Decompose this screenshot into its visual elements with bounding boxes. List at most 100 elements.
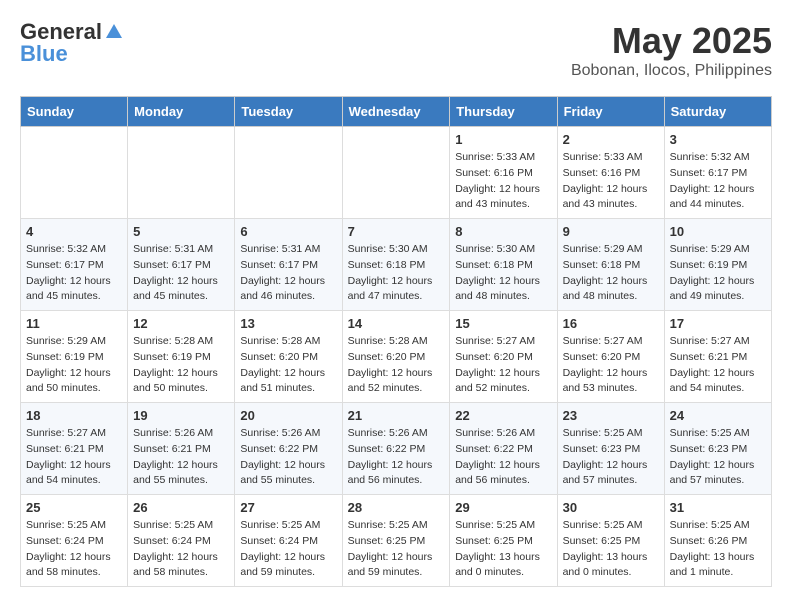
- day-detail: Sunrise: 5:29 AM Sunset: 6:18 PM Dayligh…: [563, 242, 659, 305]
- day-detail: Sunrise: 5:29 AM Sunset: 6:19 PM Dayligh…: [670, 242, 766, 305]
- calendar-cell: 20Sunrise: 5:26 AM Sunset: 6:22 PM Dayli…: [235, 403, 342, 495]
- calendar-cell: [21, 127, 128, 219]
- day-number: 11: [26, 316, 122, 331]
- week-row-3: 11 Sunrise: 5:29 AM Sunset: 6:19 PM Dayli…: [21, 311, 772, 403]
- day-detail: Sunrise: 5:25 AM Sunset: 6:24 PM Dayligh…: [240, 518, 336, 581]
- location: Bobonan, Ilocos, Philippines: [571, 62, 772, 80]
- day-number: 12: [133, 316, 229, 331]
- day-detail: Sunrise: 5:28 AM Sunset: 6:20 PM Dayligh…: [240, 334, 336, 397]
- day-number: 30: [563, 500, 659, 515]
- logo-blue: Blue: [20, 42, 124, 66]
- calendar-cell: [128, 127, 235, 219]
- calendar-cell: 6 Sunrise: 5:31 AM Sunset: 6:17 PM Daylig…: [235, 219, 342, 311]
- day-number: 24: [670, 408, 766, 423]
- calendar-cell: 3 Sunrise: 5:32 AM Sunset: 6:17 PM Daylig…: [664, 127, 771, 219]
- calendar-cell: 17Sunrise: 5:27 AM Sunset: 6:21 PM Dayli…: [664, 311, 771, 403]
- day-number: 16: [563, 316, 659, 331]
- page-header: General Blue May 2025 Bobonan, Ilocos, P…: [20, 20, 772, 80]
- day-detail: Sunrise: 5:33 AM Sunset: 6:16 PM Dayligh…: [455, 150, 551, 213]
- day-number: 3: [670, 132, 766, 147]
- day-detail: Sunrise: 5:26 AM Sunset: 6:21 PM Dayligh…: [133, 426, 229, 489]
- day-detail: Sunrise: 5:31 AM Sunset: 6:17 PM Dayligh…: [240, 242, 336, 305]
- calendar-header-row: SundayMondayTuesdayWednesdayThursdayFrid…: [21, 97, 772, 127]
- calendar-body: 1 Sunrise: 5:33 AM Sunset: 6:16 PM Daylig…: [21, 127, 772, 587]
- header-friday: Friday: [557, 97, 664, 127]
- calendar-cell: 31 Sunrise: 5:25 AM Sunset: 6:26 PM Dayli…: [664, 495, 771, 587]
- day-detail: Sunrise: 5:31 AM Sunset: 6:17 PM Dayligh…: [133, 242, 229, 305]
- logo-icon: [104, 22, 124, 42]
- calendar-cell: 26Sunrise: 5:25 AM Sunset: 6:24 PM Dayli…: [128, 495, 235, 587]
- day-number: 8: [455, 224, 551, 239]
- calendar-cell: 8 Sunrise: 5:30 AM Sunset: 6:18 PM Daylig…: [450, 219, 557, 311]
- calendar-cell: 2 Sunrise: 5:33 AM Sunset: 6:16 PM Daylig…: [557, 127, 664, 219]
- day-detail: Sunrise: 5:28 AM Sunset: 6:19 PM Dayligh…: [133, 334, 229, 397]
- day-detail: Sunrise: 5:25 AM Sunset: 6:23 PM Dayligh…: [563, 426, 659, 489]
- day-number: 21: [348, 408, 445, 423]
- calendar-cell: 15 Sunrise: 5:27 AM Sunset: 6:20 PM Dayli…: [450, 311, 557, 403]
- day-detail: Sunrise: 5:27 AM Sunset: 6:20 PM Dayligh…: [455, 334, 551, 397]
- day-detail: Sunrise: 5:25 AM Sunset: 6:23 PM Dayligh…: [670, 426, 766, 489]
- day-detail: Sunrise: 5:27 AM Sunset: 6:20 PM Dayligh…: [563, 334, 659, 397]
- day-detail: Sunrise: 5:30 AM Sunset: 6:18 PM Dayligh…: [348, 242, 445, 305]
- month-title: May 2025: [571, 20, 772, 62]
- calendar-cell: [235, 127, 342, 219]
- calendar-table: SundayMondayTuesdayWednesdayThursdayFrid…: [20, 96, 772, 587]
- day-detail: Sunrise: 5:32 AM Sunset: 6:17 PM Dayligh…: [670, 150, 766, 213]
- calendar-cell: 19 Sunrise: 5:26 AM Sunset: 6:21 PM Dayli…: [128, 403, 235, 495]
- day-detail: Sunrise: 5:33 AM Sunset: 6:16 PM Dayligh…: [563, 150, 659, 213]
- title-block: May 2025 Bobonan, Ilocos, Philippines: [571, 20, 772, 80]
- calendar-cell: 24 Sunrise: 5:25 AM Sunset: 6:23 PM Dayli…: [664, 403, 771, 495]
- calendar-cell: 29Sunrise: 5:25 AM Sunset: 6:25 PM Dayli…: [450, 495, 557, 587]
- day-detail: Sunrise: 5:25 AM Sunset: 6:24 PM Dayligh…: [26, 518, 122, 581]
- calendar-cell: 14 Sunrise: 5:28 AM Sunset: 6:20 PM Dayli…: [342, 311, 450, 403]
- day-detail: Sunrise: 5:25 AM Sunset: 6:25 PM Dayligh…: [563, 518, 659, 581]
- logo: General Blue: [20, 20, 124, 66]
- calendar-cell: 9 Sunrise: 5:29 AM Sunset: 6:18 PM Daylig…: [557, 219, 664, 311]
- header-thursday: Thursday: [450, 97, 557, 127]
- calendar-cell: 18 Sunrise: 5:27 AM Sunset: 6:21 PM Dayli…: [21, 403, 128, 495]
- day-number: 10: [670, 224, 766, 239]
- header-tuesday: Tuesday: [235, 97, 342, 127]
- calendar-cell: 12 Sunrise: 5:28 AM Sunset: 6:19 PM Dayli…: [128, 311, 235, 403]
- day-number: 25: [26, 500, 122, 515]
- day-number: 18: [26, 408, 122, 423]
- day-number: 6: [240, 224, 336, 239]
- calendar-cell: 13Sunrise: 5:28 AM Sunset: 6:20 PM Dayli…: [235, 311, 342, 403]
- week-row-5: 25 Sunrise: 5:25 AM Sunset: 6:24 PM Dayli…: [21, 495, 772, 587]
- calendar-cell: 4Sunrise: 5:32 AM Sunset: 6:17 PM Daylig…: [21, 219, 128, 311]
- calendar-cell: 27 Sunrise: 5:25 AM Sunset: 6:24 PM Dayli…: [235, 495, 342, 587]
- day-detail: Sunrise: 5:29 AM Sunset: 6:19 PM Dayligh…: [26, 334, 122, 397]
- day-number: 17: [670, 316, 766, 331]
- day-number: 15: [455, 316, 551, 331]
- day-number: 31: [670, 500, 766, 515]
- calendar-cell: 5Sunrise: 5:31 AM Sunset: 6:17 PM Daylig…: [128, 219, 235, 311]
- day-number: 28: [348, 500, 445, 515]
- day-number: 1: [455, 132, 551, 147]
- day-number: 26: [133, 500, 229, 515]
- day-number: 29: [455, 500, 551, 515]
- calendar-cell: 7 Sunrise: 5:30 AM Sunset: 6:18 PM Daylig…: [342, 219, 450, 311]
- day-number: 23: [563, 408, 659, 423]
- calendar-cell: 23 Sunrise: 5:25 AM Sunset: 6:23 PM Dayli…: [557, 403, 664, 495]
- day-number: 27: [240, 500, 336, 515]
- day-number: 19: [133, 408, 229, 423]
- day-detail: Sunrise: 5:28 AM Sunset: 6:20 PM Dayligh…: [348, 334, 445, 397]
- calendar-cell: 1 Sunrise: 5:33 AM Sunset: 6:16 PM Daylig…: [450, 127, 557, 219]
- calendar-cell: 10 Sunrise: 5:29 AM Sunset: 6:19 PM Dayli…: [664, 219, 771, 311]
- header-wednesday: Wednesday: [342, 97, 450, 127]
- day-detail: Sunrise: 5:26 AM Sunset: 6:22 PM Dayligh…: [455, 426, 551, 489]
- day-number: 14: [348, 316, 445, 331]
- day-detail: Sunrise: 5:27 AM Sunset: 6:21 PM Dayligh…: [26, 426, 122, 489]
- day-detail: Sunrise: 5:25 AM Sunset: 6:26 PM Dayligh…: [670, 518, 766, 581]
- day-number: 7: [348, 224, 445, 239]
- day-number: 2: [563, 132, 659, 147]
- calendar-cell: [342, 127, 450, 219]
- calendar-cell: 25 Sunrise: 5:25 AM Sunset: 6:24 PM Dayli…: [21, 495, 128, 587]
- calendar-cell: 21Sunrise: 5:26 AM Sunset: 6:22 PM Dayli…: [342, 403, 450, 495]
- header-monday: Monday: [128, 97, 235, 127]
- day-number: 9: [563, 224, 659, 239]
- week-row-2: 4Sunrise: 5:32 AM Sunset: 6:17 PM Daylig…: [21, 219, 772, 311]
- day-detail: Sunrise: 5:25 AM Sunset: 6:25 PM Dayligh…: [348, 518, 445, 581]
- week-row-1: 1 Sunrise: 5:33 AM Sunset: 6:16 PM Daylig…: [21, 127, 772, 219]
- day-detail: Sunrise: 5:30 AM Sunset: 6:18 PM Dayligh…: [455, 242, 551, 305]
